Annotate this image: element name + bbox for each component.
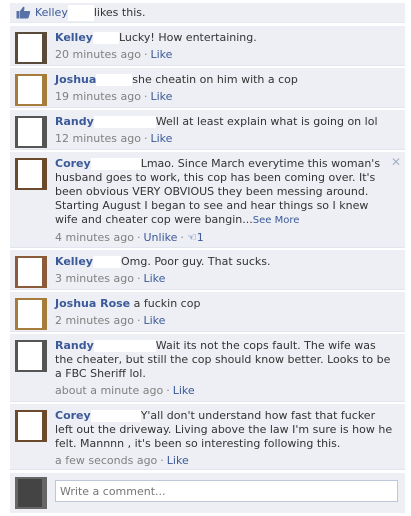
avatar[interactable]	[15, 410, 47, 442]
like-link[interactable]: Like	[150, 132, 172, 145]
comment-item: Corey Y'all don't understand how fast tha…	[10, 404, 405, 470]
comment-time[interactable]: 2 minutes ago	[55, 314, 134, 327]
comment-time[interactable]: 3 minutes ago	[55, 272, 134, 285]
thumbs-up-icon: ☜	[186, 231, 197, 244]
comment-author[interactable]: Kelley	[55, 31, 93, 44]
unlike-link[interactable]: Unlike	[143, 231, 177, 244]
likes-summary: Kelley likes this.	[10, 3, 405, 23]
comment-author[interactable]: Corey	[55, 157, 91, 170]
like-link[interactable]: Like	[150, 90, 172, 103]
comment-text: Omg. Poor guy. That sucks.	[120, 255, 271, 268]
comment-time[interactable]: 4 minutes ago	[55, 231, 134, 244]
see-more-link[interactable]: See More	[253, 215, 300, 226]
comment-text: she cheatin on him with a cop	[132, 73, 298, 86]
like-link[interactable]: Like	[143, 314, 165, 327]
comment-item: Randy Wait its not the cops fault. The wi…	[10, 334, 405, 402]
comment-text: a fuckin cop	[133, 297, 201, 310]
avatar[interactable]	[15, 74, 47, 106]
comment-time[interactable]: a few seconds ago	[55, 454, 157, 467]
comment-item: Randy Well at least explain what is going…	[10, 110, 405, 150]
like-link[interactable]: Like	[167, 454, 189, 467]
comment-item: Kelley Lucky! How entertaining. 20 minute…	[10, 26, 405, 66]
comment-time[interactable]: 19 minutes ago	[55, 90, 141, 103]
redaction-block	[67, 4, 94, 21]
comment-composer	[10, 473, 405, 513]
comment-author[interactable]: Joshua	[55, 73, 96, 86]
comment-item: Joshua Rose a fuckin cop 2 minutes ago · L…	[10, 292, 405, 332]
comment-text: Well at least explain what is going on l…	[155, 115, 378, 128]
avatar[interactable]	[15, 340, 47, 372]
thumbs-up-icon	[16, 6, 31, 19]
comment-author[interactable]: Joshua Rose	[55, 297, 130, 310]
comment-item: Joshua she cheatin on him with a cop 19 m…	[10, 68, 405, 108]
comment-time[interactable]: 12 minutes ago	[55, 132, 141, 145]
comment-input[interactable]	[55, 480, 398, 502]
comment-author[interactable]: Randy	[55, 115, 94, 128]
comment-author[interactable]: Randy	[55, 339, 94, 352]
like-link[interactable]: Like	[150, 48, 172, 61]
avatar[interactable]	[15, 256, 47, 288]
like-link[interactable]: Like	[173, 384, 195, 397]
like-count[interactable]: ☜1	[187, 231, 204, 244]
comment-author[interactable]: Corey	[55, 409, 91, 422]
avatar	[15, 477, 47, 509]
likes-text: likes this.	[93, 6, 146, 19]
like-link[interactable]: Like	[143, 272, 165, 285]
comment-item: Kelley Omg. Poor guy. That sucks. 3 minut…	[10, 250, 405, 290]
avatar[interactable]	[15, 32, 47, 64]
comment-text: Lucky! How entertaining.	[118, 31, 257, 44]
comment-time[interactable]: about a minute ago	[55, 384, 163, 397]
avatar[interactable]	[15, 116, 47, 148]
like-user-link[interactable]: Kelley	[35, 6, 68, 19]
comment-item: ✕ Corey Lmao. Since March everytime this …	[10, 152, 405, 248]
avatar[interactable]	[15, 158, 47, 190]
avatar[interactable]	[15, 298, 47, 330]
comment-time[interactable]: 20 minutes ago	[55, 48, 141, 61]
comment-author[interactable]: Kelley	[55, 255, 93, 268]
